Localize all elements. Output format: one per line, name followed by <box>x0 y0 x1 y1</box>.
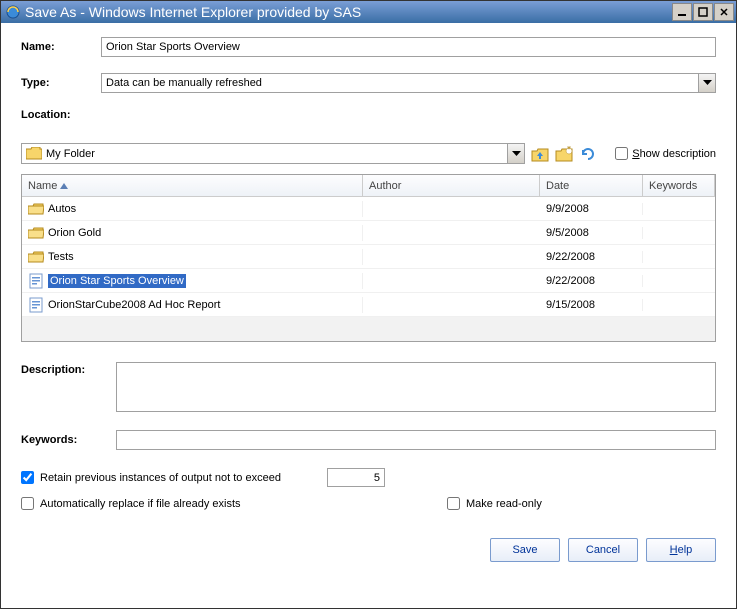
table-row[interactable]: Orion Star Sports Overview 9/22/2008 <box>22 269 715 293</box>
location-select[interactable]: My Folder <box>21 143 525 164</box>
col-author[interactable]: Author <box>363 175 540 196</box>
replace-label: Automatically replace if file already ex… <box>40 498 241 510</box>
item-date: 9/5/2008 <box>540 227 643 239</box>
item-name: OrionStarCube2008 Ad Hoc Report <box>48 299 220 311</box>
item-date: 9/22/2008 <box>540 275 643 287</box>
description-label: Description: <box>21 362 116 412</box>
cancel-button[interactable]: Cancel <box>568 538 638 562</box>
type-row: Type: Data can be manually refreshed <box>21 73 716 93</box>
retain-count-input[interactable] <box>327 468 385 487</box>
item-name: Orion Gold <box>48 227 101 239</box>
location-row: My Folder * Show description <box>21 143 716 164</box>
save-button[interactable]: Save <box>490 538 560 562</box>
file-icon <box>28 273 44 289</box>
retain-checkbox[interactable] <box>21 471 34 484</box>
folder-icon <box>26 147 42 161</box>
new-folder-icon[interactable]: * <box>555 145 573 163</box>
retain-option: Retain previous instances of output not … <box>21 468 716 487</box>
table-row[interactable]: OrionStarCube2008 Ad Hoc Report 9/15/2008 <box>22 293 715 317</box>
svg-text:*: * <box>567 146 572 156</box>
name-input[interactable] <box>101 37 716 57</box>
description-row: Description: <box>21 362 716 412</box>
file-table: Name Author Date Keywords Autos 9/9/2008 O… <box>21 174 716 342</box>
window-title: Save As - Windows Internet Explorer prov… <box>25 4 672 20</box>
location-label: Location: <box>21 109 716 121</box>
show-description-label: how description <box>640 148 716 160</box>
table-header: Name Author Date Keywords <box>22 175 715 197</box>
minimize-button[interactable] <box>672 3 692 21</box>
name-row: Name: <box>21 37 716 57</box>
readonly-checkbox[interactable] <box>447 497 460 510</box>
close-button[interactable] <box>714 3 734 21</box>
col-name[interactable]: Name <box>22 175 363 196</box>
button-row: Save Cancel Help <box>21 538 716 562</box>
item-date: 9/9/2008 <box>540 203 643 215</box>
type-value: Data can be manually refreshed <box>106 77 698 89</box>
replace-checkbox[interactable] <box>21 497 34 510</box>
table-body: Autos 9/9/2008 Orion Gold 9/5/2008 Tests 9/22… <box>22 197 715 317</box>
location-value: My Folder <box>46 148 507 160</box>
maximize-button[interactable] <box>693 3 713 21</box>
up-folder-icon[interactable] <box>531 145 549 163</box>
item-name: Autos <box>48 203 76 215</box>
readonly-label: Make read-only <box>466 498 542 510</box>
keywords-row: Keywords: <box>21 430 716 450</box>
show-description-checkbox[interactable]: Show description <box>615 147 716 160</box>
item-date: 9/22/2008 <box>540 251 643 263</box>
chevron-down-icon <box>698 74 715 92</box>
folder-icon <box>28 225 44 241</box>
table-row[interactable]: Tests 9/22/2008 <box>22 245 715 269</box>
type-select[interactable]: Data can be manually refreshed <box>101 73 716 93</box>
window-controls <box>672 3 734 21</box>
col-date[interactable]: Date <box>540 175 643 196</box>
folder-icon <box>28 249 44 265</box>
col-keywords[interactable]: Keywords <box>643 175 715 196</box>
table-row[interactable]: Autos 9/9/2008 <box>22 197 715 221</box>
type-label: Type: <box>21 77 101 89</box>
item-date: 9/15/2008 <box>540 299 643 311</box>
second-options-row: Automatically replace if file already ex… <box>21 497 716 510</box>
item-name: Orion Star Sports Overview <box>48 274 186 288</box>
keywords-label: Keywords: <box>21 434 116 446</box>
table-row[interactable]: Orion Gold 9/5/2008 <box>22 221 715 245</box>
item-name: Tests <box>48 251 74 263</box>
file-icon <box>28 297 44 313</box>
ie-icon <box>5 4 21 20</box>
keywords-input[interactable] <box>116 430 716 450</box>
refresh-icon[interactable] <box>579 145 597 163</box>
name-label: Name: <box>21 41 101 53</box>
help-button[interactable]: Help <box>646 538 716 562</box>
sort-asc-icon <box>60 180 68 192</box>
table-footer <box>22 317 715 341</box>
show-description-input[interactable] <box>615 147 628 160</box>
folder-icon <box>28 201 44 217</box>
retain-label: Retain previous instances of output not … <box>40 472 281 484</box>
description-input[interactable] <box>116 362 716 412</box>
titlebar: Save As - Windows Internet Explorer prov… <box>1 1 736 23</box>
chevron-down-icon <box>507 144 524 163</box>
